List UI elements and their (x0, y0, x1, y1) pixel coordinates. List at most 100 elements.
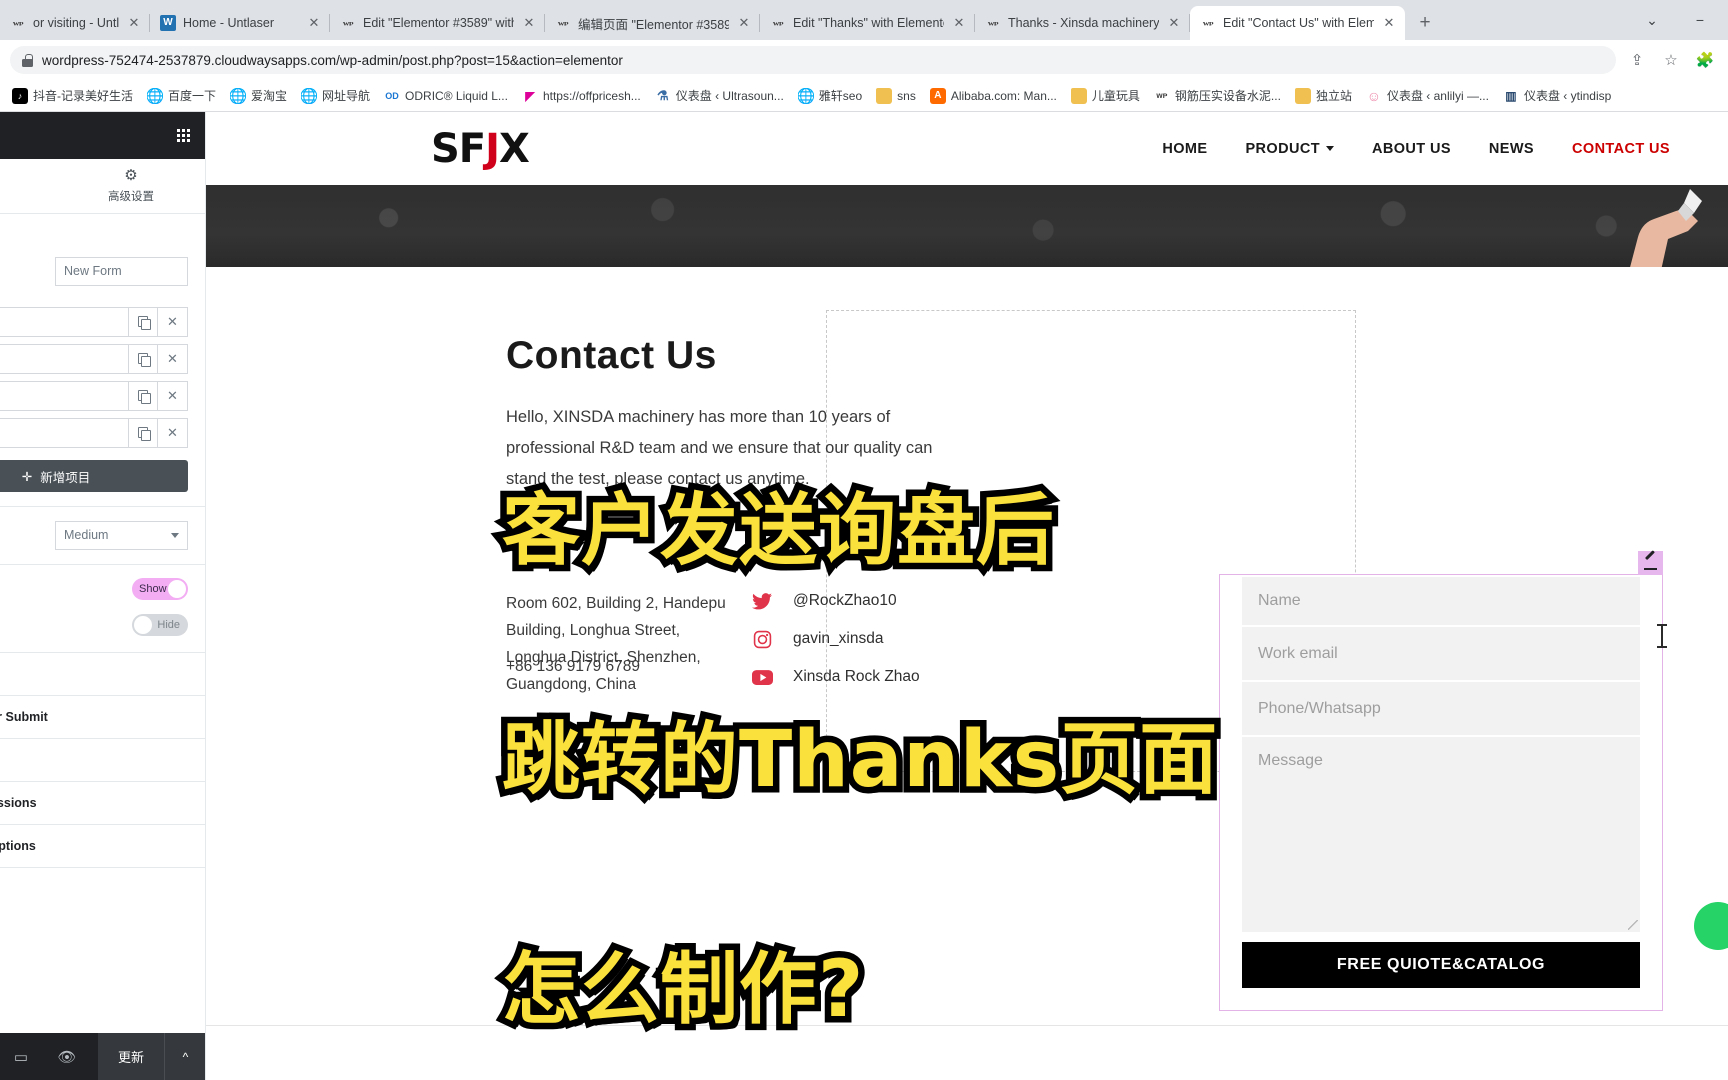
repeater-item-label[interactable]: Message (0, 419, 129, 447)
bookmark-item[interactable]: 独立站 (1289, 84, 1358, 107)
browser-tab[interactable]: ᴡᴘ Edit "Thanks" with Elementor ✕ (760, 6, 975, 40)
input-size-select[interactable]: Medium (55, 521, 188, 550)
whatsapp-chat-button[interactable] (1694, 902, 1728, 950)
repeater-item-label[interactable]: Email (0, 345, 129, 373)
panel-footer: ⚙ ◷ ▭ 👁 更新 ^ (0, 1033, 205, 1080)
bookmark-item[interactable]: 🌐 网址导航 (295, 84, 376, 107)
bookmark-label: 雅轩seo (818, 89, 863, 103)
input-size-value: Medium (64, 528, 109, 542)
new-tab-button[interactable]: + (1411, 9, 1439, 37)
address-bar[interactable]: wordpress-752474-2537879.cloudwaysapps.c… (10, 46, 1616, 74)
accordion-form-submissions[interactable]: Form Submissions (0, 782, 205, 825)
share-icon[interactable]: ⇪ (1624, 47, 1650, 73)
panel-tabs: 样式 ⚙ 高级设置 (0, 159, 205, 214)
tab-title: 编辑页面 "Elementor #3589" ‹ (578, 17, 729, 32)
repeater-item[interactable]: Message ✕ (0, 418, 188, 448)
close-icon[interactable]: ✕ (158, 308, 187, 336)
contact-form-widget[interactable]: Name Work email Phone/Whatsapp Message F… (1219, 551, 1663, 1011)
nav-label: HOME (1162, 140, 1208, 157)
bookmark-item[interactable]: ♪ 抖音-记录美好生活 (6, 84, 139, 107)
bookmark-item[interactable]: ◤ https://offpricesh... (516, 85, 647, 107)
close-icon[interactable]: ✕ (306, 15, 322, 31)
globe-icon: 🌐 (230, 87, 247, 104)
browser-toolbar: wordpress-752474-2537879.cloudwaysapps.c… (0, 40, 1728, 80)
close-icon[interactable]: ✕ (1381, 15, 1397, 31)
submit-button[interactable]: FREE QUIOTE&CATALOG (1242, 942, 1640, 988)
bookmark-item[interactable]: 儿童玩具 (1065, 84, 1146, 107)
resize-grip-icon[interactable] (1628, 920, 1638, 930)
overlay-line-3: 怎么制作? (495, 944, 869, 1036)
close-icon[interactable]: ✕ (158, 345, 187, 373)
bookmark-item[interactable]: ⚗ 仪表盘 ‹ Ultrasoun... (649, 84, 790, 107)
folder-icon (1294, 87, 1311, 104)
close-icon[interactable]: ✕ (736, 15, 752, 31)
site-logo[interactable]: SFJX (431, 126, 530, 172)
required-mark-toggle[interactable]: Hide (132, 614, 188, 636)
close-icon[interactable]: ✕ (951, 15, 967, 31)
responsive-mode-icon[interactable]: ▭ (0, 1033, 44, 1080)
repeater-item-label[interactable]: Name (0, 308, 129, 336)
name-field[interactable]: Name (1242, 577, 1640, 625)
bookmark-label: 百度一下 (168, 89, 217, 103)
browser-tab-active[interactable]: ᴡᴘ Edit "Contact Us" with Elemer ✕ (1190, 6, 1405, 40)
repeater-item[interactable]: Email ✕ (0, 344, 188, 374)
repeater-item[interactable]: Phone ✕ (0, 381, 188, 411)
tab-search-chevron-icon[interactable]: ⌄ (1630, 4, 1674, 36)
bookmark-item[interactable]: A Alibaba.com: Man... (924, 85, 1063, 107)
nav-item-home[interactable]: HOME (1162, 141, 1207, 157)
minimize-icon[interactable]: − (1678, 4, 1722, 36)
copy-icon[interactable] (129, 382, 158, 410)
browser-tab[interactable]: ᴡᴘ Thanks - Xinsda machinery ✕ (975, 6, 1190, 40)
repeater-item-label[interactable]: Phone (0, 382, 129, 410)
elementor-editor: 编辑Form 样式 ⚙ 高级设置 Fields 表单名称: New Form (0, 112, 1728, 1080)
update-button[interactable]: 更新 (97, 1033, 164, 1080)
bookmark-item[interactable]: ▥ 仪表盘 ‹ ytindisp (1497, 84, 1617, 107)
hand-drawing-image (1630, 189, 1702, 267)
nav-item-news[interactable]: NEWS (1489, 141, 1534, 157)
close-icon[interactable]: ✕ (1166, 15, 1182, 31)
chevron-down-icon (171, 533, 179, 538)
browser-tab[interactable]: ᴡᴘ or visiting - Untlaser ✕ (0, 6, 150, 40)
eye-preview-icon[interactable]: 👁 (44, 1033, 90, 1080)
nav-item-about-us[interactable]: ABOUT US (1372, 141, 1451, 157)
message-textarea[interactable]: Message (1242, 737, 1640, 932)
tab-advanced[interactable]: ⚙ 高级设置 (56, 159, 205, 213)
phone-whatsapp-field[interactable]: Phone/Whatsapp (1242, 682, 1640, 735)
browser-tab[interactable]: ᴡᴘ 编辑页面 "Elementor #3589" ‹ ✕ (545, 6, 760, 40)
close-icon[interactable]: ✕ (158, 419, 187, 447)
close-icon[interactable]: ✕ (521, 15, 537, 31)
close-icon[interactable]: ✕ (158, 382, 187, 410)
accordion-email[interactable]: Email (0, 739, 205, 782)
show-label-toggle[interactable]: Show (132, 578, 188, 600)
copy-icon[interactable] (129, 419, 158, 447)
copy-icon[interactable] (129, 345, 158, 373)
nav-item-contact-us[interactable]: CONTACT US (1572, 141, 1670, 157)
close-icon[interactable]: ✕ (126, 15, 142, 31)
add-item-button[interactable]: ✛ 新增项目 (0, 460, 188, 492)
globe-icon: 🌐 (147, 87, 163, 104)
bookmark-item[interactable]: ᴡᴘ 钢筋压实设备水泥... (1148, 84, 1287, 107)
extensions-icon[interactable]: 🧩 (1692, 47, 1718, 73)
form-name-input[interactable]: New Form (55, 257, 188, 286)
nav-item-product[interactable]: PRODUCT (1245, 141, 1334, 157)
accordion-buttons[interactable]: Buttons (0, 653, 205, 696)
tab-style[interactable]: 样式 (0, 159, 56, 213)
chevron-up-icon[interactable]: ^ (164, 1033, 205, 1080)
bookmark-item[interactable]: 🌐 雅轩seo (792, 84, 868, 107)
repeater-item[interactable]: Name ✕ (0, 307, 188, 337)
pencil-edit-icon[interactable] (1638, 551, 1663, 575)
bookmark-item[interactable]: 🌐 爱淘宝 (224, 84, 293, 107)
widgets-grid-icon[interactable] (177, 129, 190, 142)
bookmark-item[interactable]: OD ODRIC® Liquid L... (378, 85, 514, 107)
bookmark-item[interactable]: ☺ 仪表盘 ‹ anlilyi —... (1360, 84, 1495, 107)
accordion-actions-after-submit[interactable]: Actions After Submit (0, 696, 205, 739)
accordion-additional-options[interactable]: Additional Options (0, 825, 205, 868)
browser-tab[interactable]: W Home - Untlaser ✕ (150, 6, 330, 40)
browser-tab[interactable]: ᴡᴘ Edit "Elementor #3589" with E ✕ (330, 6, 545, 40)
tab-title: Home - Untlaser (183, 16, 274, 30)
copy-icon[interactable] (129, 308, 158, 336)
bookmark-item[interactable]: 🌐 百度一下 (141, 84, 222, 107)
bookmark-star-icon[interactable]: ☆ (1658, 47, 1684, 73)
work-email-field[interactable]: Work email (1242, 627, 1640, 680)
bookmark-item[interactable]: sns (870, 85, 922, 107)
